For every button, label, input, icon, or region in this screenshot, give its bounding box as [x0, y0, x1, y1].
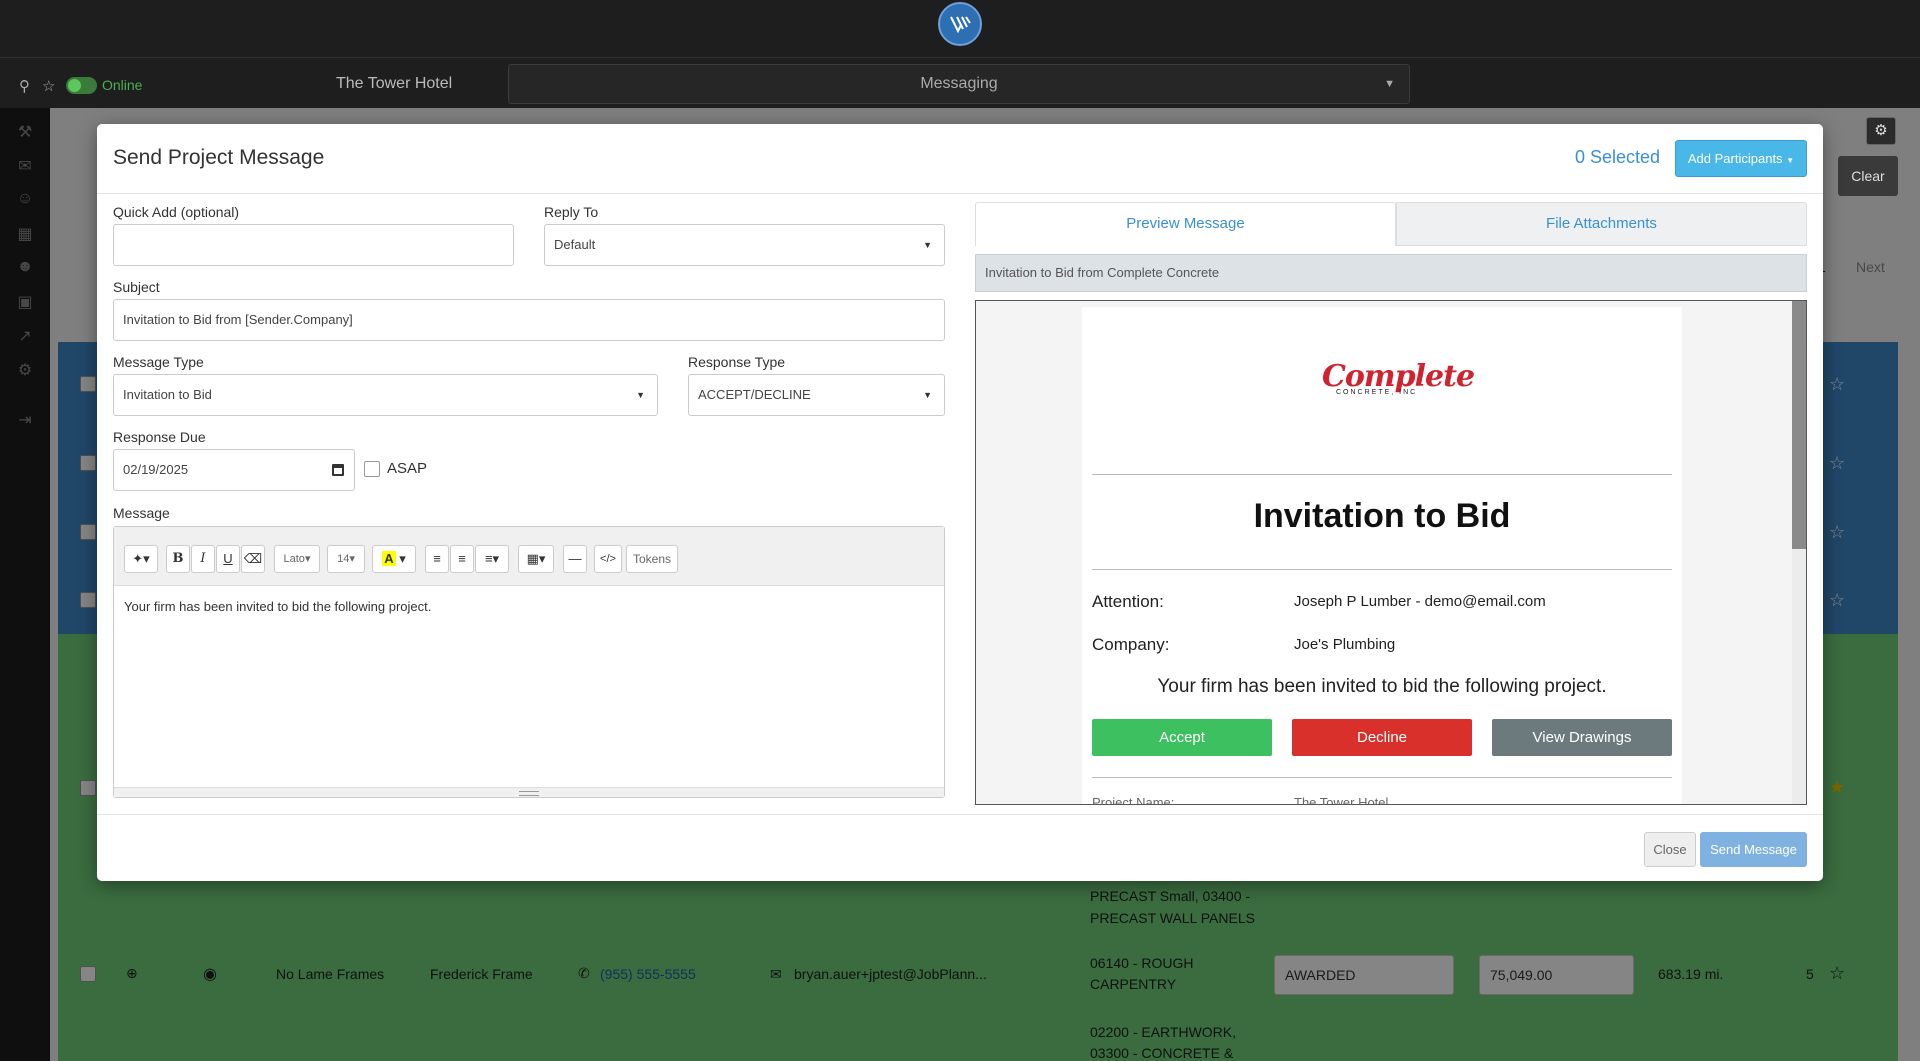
settings-gear-icon[interactable]: ⚙: [1866, 117, 1896, 145]
horizontal-rule-icon[interactable]: —: [563, 545, 587, 573]
underline-button[interactable]: U: [216, 545, 240, 573]
message-type-value: Invitation to Bid: [123, 387, 212, 402]
tab-preview-message[interactable]: Preview Message: [975, 202, 1396, 246]
reply-to-select[interactable]: Default ▼: [544, 224, 945, 266]
project-name[interactable]: The Tower Hotel: [336, 75, 452, 93]
add-participants-button[interactable]: Add Participants ▼: [1675, 140, 1807, 177]
code-view-icon[interactable]: </>: [594, 545, 622, 573]
send-message-button[interactable]: Send Message: [1700, 832, 1807, 867]
company-logo: Complete CONCRETE, INC: [1322, 359, 1475, 403]
company-value: Joe's Plumbing: [1294, 636, 1396, 653]
project-name-label: Project Name:: [1092, 795, 1175, 805]
modal-footer: Close Send Message: [97, 814, 1823, 881]
subject-value: Invitation to Bid from [Sender.Company]: [123, 312, 353, 327]
italic-button[interactable]: I: [191, 545, 215, 573]
decline-button[interactable]: Decline: [1292, 719, 1472, 756]
quick-add-input[interactable]: [113, 224, 514, 266]
online-toggle[interactable]: [66, 77, 97, 94]
email-heading: Invitation to Bid: [1253, 497, 1511, 535]
preview-subject: Invitation to Bid from Complete Concrete: [975, 254, 1807, 292]
preview-tabs: Preview Message File Attachments: [975, 202, 1807, 246]
modal-header: Send Project Message 0 Selected Add Part…: [97, 124, 1823, 194]
divider: [1092, 569, 1672, 570]
subject-input[interactable]: Invitation to Bid from [Sender.Company]: [113, 299, 945, 341]
attention-value: Joseph P Lumber - demo@email.com: [1294, 593, 1546, 610]
font-family-select[interactable]: Lato▾: [274, 545, 320, 573]
email-message: Your firm has been invited to bid the fo…: [1157, 676, 1607, 697]
view-drawings-button[interactable]: View Drawings: [1492, 719, 1672, 756]
clear-button[interactable]: Clear: [1838, 156, 1898, 196]
send-project-message-modal: Send Project Message 0 Selected Add Part…: [97, 124, 1823, 881]
font-size-select[interactable]: 14▾: [327, 545, 365, 573]
email-body: Complete CONCRETE, INC Invitation to Bid…: [1082, 307, 1682, 805]
reply-to-value: Default: [554, 237, 596, 252]
font-family-value: Lato: [283, 553, 305, 565]
highlight-icon: A: [382, 551, 396, 566]
editor-content[interactable]: Your firm has been invited to bid the fo…: [124, 599, 431, 614]
response-type-select[interactable]: ACCEPT/DECLINE ▼: [688, 374, 945, 416]
preview-scrollbar[interactable]: [1792, 301, 1806, 804]
bold-button[interactable]: B: [166, 545, 190, 573]
reply-to-label: Reply To: [544, 204, 599, 220]
quick-add-label: Quick Add (optional): [113, 204, 240, 220]
message-type-select[interactable]: Invitation to Bid ▼: [113, 374, 658, 416]
location-pin-icon[interactable]: ⚲: [19, 77, 30, 95]
magic-wand-icon[interactable]: ✦▾: [124, 545, 158, 573]
asap-checkbox[interactable]: [364, 461, 380, 477]
numbered-list-icon[interactable]: ≡: [450, 545, 474, 573]
project-name-value: The Tower Hotel: [1294, 795, 1389, 805]
eraser-icon[interactable]: ⌫: [241, 545, 265, 573]
chevron-down-icon: ▼: [1384, 78, 1395, 90]
company-label: Company:: [1092, 635, 1170, 654]
logo-subtext: CONCRETE, INC: [1336, 389, 1418, 396]
module-select[interactable]: Messaging ▼: [508, 64, 1410, 104]
subject-label: Subject: [113, 279, 160, 295]
selected-count[interactable]: 0 Selected: [1575, 147, 1660, 168]
chevron-down-icon: ▼: [923, 240, 932, 250]
response-type-label: Response Type: [688, 354, 786, 370]
attention-label: Attention:: [1092, 592, 1164, 611]
tab-file-attachments[interactable]: File Attachments: [1396, 202, 1807, 246]
tokens-button[interactable]: Tokens: [626, 545, 678, 573]
bullet-list-icon[interactable]: ≡: [425, 545, 449, 573]
editor-resize-handle[interactable]: [114, 787, 944, 797]
scrollbar-thumb[interactable]: [1792, 301, 1806, 549]
response-type-value: ACCEPT/DECLINE: [698, 387, 811, 402]
chevron-down-icon: ▼: [923, 390, 932, 400]
table-icon[interactable]: ▦▾: [518, 545, 554, 573]
caret-down-icon: ▼: [1786, 156, 1795, 165]
align-icon[interactable]: ≡▾: [475, 545, 509, 573]
response-due-label: Response Due: [113, 429, 206, 445]
logo-mark-icon: [950, 16, 971, 34]
divider: [1092, 474, 1672, 475]
app-logo[interactable]: [938, 2, 982, 46]
message-type-label: Message Type: [113, 354, 204, 370]
calendar-icon[interactable]: [332, 464, 344, 476]
module-select-value: Messaging: [920, 75, 998, 92]
email-preview: Complete CONCRETE, INC Invitation to Bid…: [975, 300, 1807, 805]
response-due-value: 02/19/2025: [123, 462, 189, 477]
accept-button[interactable]: Accept: [1092, 719, 1272, 756]
editor-toolbar: ✦▾ B I U ⌫ Lato▾ 14▾ A ▾ ≡ ≡ ≡▾ ▦▾ — </>…: [114, 527, 944, 586]
chevron-down-icon: ▼: [636, 390, 645, 400]
divider: [1092, 777, 1672, 778]
message-editor: ✦▾ B I U ⌫ Lato▾ 14▾ A ▾ ≡ ≡ ≡▾ ▦▾ — </>…: [113, 526, 945, 798]
modal-title: Send Project Message: [113, 146, 325, 169]
response-due-date-input[interactable]: 02/19/2025: [113, 449, 355, 491]
asap-label[interactable]: ASAP: [387, 460, 427, 477]
favorite-star-icon[interactable]: ☆: [42, 77, 55, 95]
close-button[interactable]: Close: [1644, 832, 1696, 867]
text-color-button[interactable]: A ▾: [372, 545, 416, 573]
add-participants-label: Add Participants: [1687, 151, 1783, 166]
top-bar: [0, 0, 1920, 58]
online-status: Online: [102, 77, 143, 93]
message-label: Message: [113, 505, 170, 521]
font-size-value: 14: [337, 553, 350, 565]
